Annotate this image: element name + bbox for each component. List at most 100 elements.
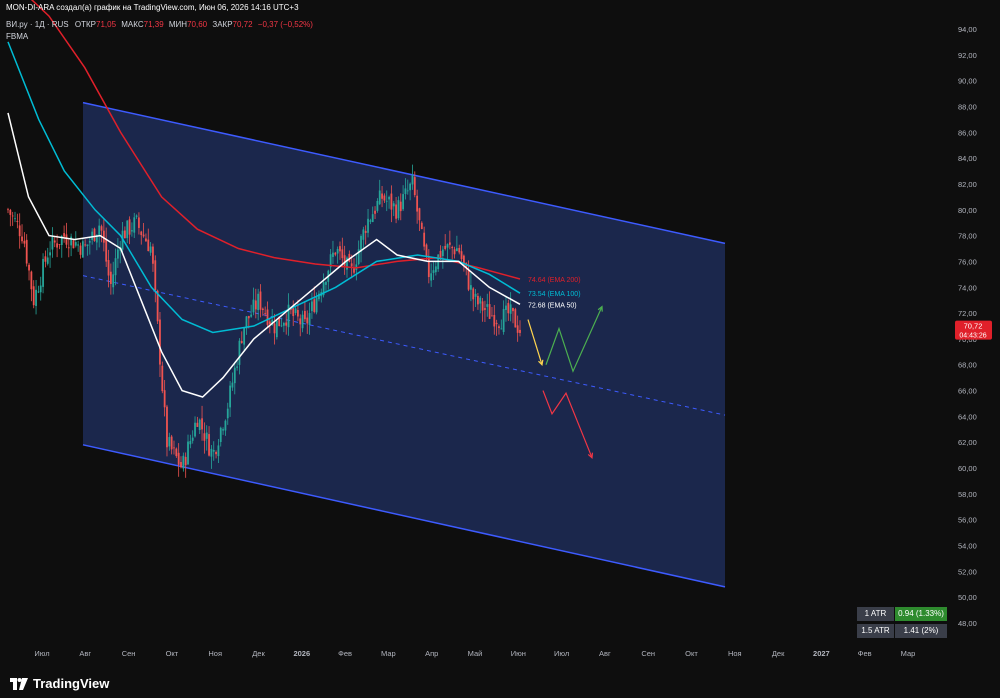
candle-body	[247, 316, 250, 319]
ema-100-label: 73.54 (EMA 100)	[528, 291, 581, 298]
price-chart[interactable]: 74.64 (EMA 200) 73.54 (EMA 100) 72.68 (EMA…	[0, 0, 1000, 698]
candle-body	[128, 219, 131, 235]
candle-body	[261, 308, 264, 311]
candle-body	[434, 266, 437, 273]
candle-body	[65, 234, 68, 245]
candle-body	[100, 226, 103, 231]
candle-body	[402, 194, 405, 210]
candle-body	[166, 406, 168, 448]
candle-body	[455, 248, 458, 252]
candle-body	[385, 200, 388, 202]
candle-body	[116, 249, 119, 259]
candle-body	[432, 270, 435, 273]
candle-body	[229, 385, 232, 408]
candle-body	[175, 448, 178, 457]
candle-body	[470, 285, 472, 290]
candle-body	[63, 233, 66, 237]
low-value: 70,60	[187, 20, 208, 29]
x-tick-label: 2027	[813, 649, 830, 658]
candle-body	[88, 241, 91, 243]
candle-body	[114, 258, 117, 276]
indicator-label[interactable]: FBMA	[6, 32, 28, 41]
y-tick-label: 92,00	[958, 51, 977, 60]
x-tick-label: 2026	[293, 649, 310, 658]
candle-body	[84, 244, 87, 246]
candle-body	[411, 175, 414, 185]
candle-body	[196, 422, 199, 427]
candle-body	[105, 239, 108, 262]
candle-body	[311, 301, 313, 312]
y-tick-label: 80,00	[958, 206, 977, 215]
footer-bar: TradingView	[0, 670, 1000, 698]
tradingview-logo[interactable]: TradingView	[10, 676, 109, 691]
candle-body	[126, 220, 129, 239]
y-tick-label: 68,00	[958, 361, 977, 370]
y-tick-label: 54,00	[958, 542, 977, 551]
candle-body	[325, 281, 327, 285]
symbol-label[interactable]: ВИ.ру · 1Д · RUS	[6, 20, 69, 29]
x-tick-label: Мар	[381, 649, 396, 658]
ema-50-label: 72.68 (EMA 50)	[528, 302, 577, 309]
y-tick-label: 48,00	[958, 619, 977, 628]
candle-body	[243, 327, 246, 345]
candle-body	[39, 285, 42, 293]
candle-body	[21, 236, 23, 242]
candle-body	[350, 263, 353, 267]
candle-body	[460, 251, 463, 260]
candle-body	[142, 234, 145, 237]
candle-body	[502, 308, 505, 333]
candle-body	[98, 225, 101, 236]
close-label: ЗАКР	[212, 20, 233, 29]
x-tick-label: Авг	[599, 649, 611, 658]
candle-body	[488, 304, 491, 319]
candle-body	[304, 310, 306, 320]
candle-body	[252, 299, 255, 313]
candle-body	[484, 308, 486, 310]
candle-body	[254, 300, 257, 310]
candle-body	[53, 240, 56, 243]
candle-body	[296, 310, 299, 317]
candle-body	[182, 455, 185, 469]
candle-body	[362, 229, 365, 240]
y-tick-label: 58,00	[958, 490, 977, 499]
candle-body	[203, 433, 206, 441]
candle-body	[219, 427, 222, 442]
y-tick-label: 76,00	[958, 257, 977, 266]
candle-body	[413, 177, 416, 196]
candle-body	[500, 328, 503, 330]
candle-body	[44, 256, 47, 262]
candle-body	[519, 329, 521, 333]
candle-body	[46, 257, 49, 264]
candle-body	[35, 289, 37, 306]
candle-body	[453, 249, 456, 255]
candle-body	[292, 307, 295, 317]
candle-body	[231, 382, 234, 388]
candle-body	[215, 451, 217, 455]
candle-body	[187, 441, 189, 465]
candle-body	[512, 308, 514, 312]
y-tick-label: 86,00	[958, 128, 977, 137]
indicator-legend[interactable]: FBMA	[6, 32, 28, 41]
candle-body	[404, 188, 407, 195]
candle-body	[498, 326, 500, 329]
high-value: 71,39	[143, 20, 164, 29]
x-tick-label: Июн	[511, 649, 526, 658]
candle-body	[388, 196, 390, 200]
candle-body	[25, 239, 28, 264]
candle-body	[212, 450, 215, 452]
candle-body	[77, 244, 80, 246]
ema-200-label: 74.64 (EMA 200)	[528, 277, 581, 284]
candle-body	[315, 297, 318, 313]
y-tick-label: 56,00	[958, 516, 977, 525]
candle-body	[159, 319, 161, 365]
change-value: −0,37 (−0,52%)	[257, 20, 313, 29]
candle-body	[133, 217, 136, 233]
candle-body	[374, 210, 376, 214]
candle-body	[140, 231, 143, 236]
tradingview-logo-text: TradingView	[33, 676, 110, 691]
candle-body	[343, 255, 346, 266]
x-tick-label: Июл	[554, 649, 569, 658]
candle-body	[369, 220, 372, 222]
candle-body	[418, 208, 421, 221]
x-tick-label: Май	[468, 649, 483, 658]
